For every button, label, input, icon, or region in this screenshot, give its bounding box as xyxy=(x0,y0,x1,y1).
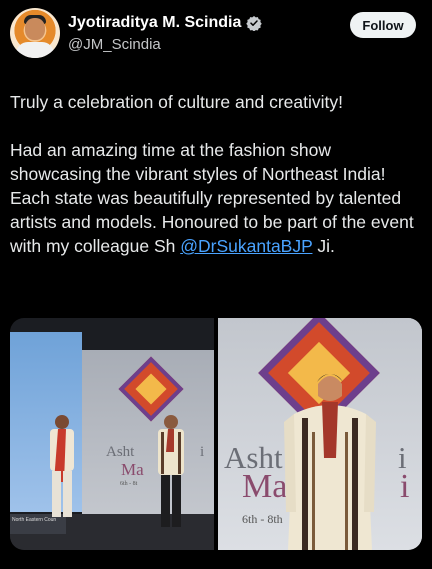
backdrop-text: Asht xyxy=(106,444,135,460)
tweet-header: Jyotiraditya M. Scindia @JM_Scindia Foll… xyxy=(10,8,422,64)
backdrop-text: i xyxy=(400,468,410,505)
author-handle[interactable]: @JM_Scindia xyxy=(68,36,161,53)
media-photo-left[interactable]: Asht i Ma 6th - 8t North Eastern Coun xyxy=(10,318,214,550)
follow-button[interactable]: Follow xyxy=(350,12,416,38)
backdrop-text: Ma xyxy=(121,460,144,479)
tweet-media[interactable]: Asht i Ma 6th - 8t North Eastern Coun As… xyxy=(10,318,422,550)
avatar-shirt xyxy=(16,42,54,58)
backdrop-text: 6th - 8th xyxy=(242,512,283,526)
verified-badge-icon xyxy=(246,16,263,31)
person-figure xyxy=(284,374,376,550)
author-name-row: Jyotiraditya M. Scindia xyxy=(68,14,263,32)
tweet-text-line1: Truly a celebration of culture and creat… xyxy=(10,92,343,112)
media-photo-right[interactable]: Asht i Ma i 6th - 8th xyxy=(218,318,422,550)
tweet-text-paragraph: Had an amazing time at the fashion show … xyxy=(10,138,422,258)
person-figure xyxy=(158,415,184,527)
mention-link[interactable]: @DrSukantaBJP xyxy=(180,236,312,256)
author-avatar[interactable] xyxy=(10,8,60,58)
tweet-text-tail: Ji. xyxy=(312,236,335,256)
avatar-face xyxy=(25,18,45,40)
person-figure xyxy=(50,415,74,517)
backdrop-text: 6th - 8t xyxy=(120,481,138,487)
tweet-text: Truly a celebration of culture and creat… xyxy=(10,90,422,258)
author-display-name[interactable]: Jyotiraditya M. Scindia xyxy=(68,14,241,32)
backdrop-text: i xyxy=(200,444,205,460)
